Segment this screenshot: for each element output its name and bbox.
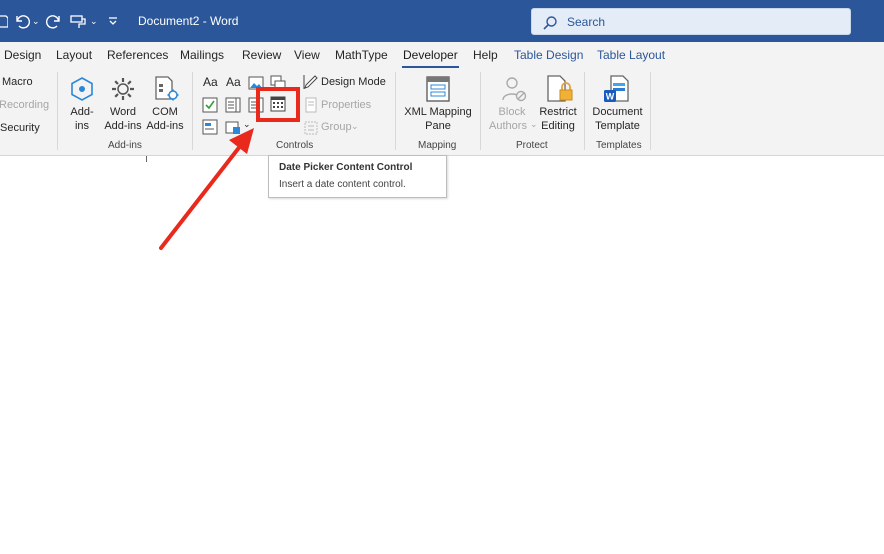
group-dropdown-icon: ⌄ <box>351 121 359 131</box>
protect-group-label: Protect <box>516 140 548 151</box>
document-canvas[interactable] <box>0 157 884 554</box>
macro-security-label[interactable]: Security <box>0 122 40 134</box>
templates-group-label: Templates <box>596 140 642 151</box>
group-divider <box>192 72 193 150</box>
block-authors-label-1: Block <box>498 106 526 118</box>
properties-icon <box>305 97 317 113</box>
restrict-editing-label-2: Editing <box>541 120 575 132</box>
controls-group-label: Controls <box>276 140 314 151</box>
format-painter-icon[interactable] <box>70 10 88 32</box>
group-divider <box>480 72 481 150</box>
addins-icon <box>71 77 93 101</box>
paint-dropdown-icon[interactable]: ⌄ <box>90 10 98 32</box>
block-authors-label-2: Authors <box>489 120 527 132</box>
highlight-box <box>256 87 300 122</box>
customize-qat-icon[interactable] <box>108 10 118 32</box>
legacy-tools-icon[interactable] <box>202 119 218 135</box>
tab-layout[interactable]: Layout <box>56 48 92 62</box>
document-title: Document2 - Word <box>138 14 239 28</box>
xml-mapping-icon <box>426 76 450 102</box>
design-mode-button[interactable]: Design Mode <box>321 76 386 88</box>
gear-icon <box>112 78 134 100</box>
word-addins-label-1: Word <box>109 106 137 118</box>
tab-review[interactable]: Review <box>242 48 281 62</box>
document-template-label-1: Document <box>592 106 643 118</box>
group-divider <box>395 72 396 150</box>
addins-label-2: ins <box>74 120 90 132</box>
tab-view[interactable]: View <box>294 48 320 62</box>
svg-text:W: W <box>606 92 615 102</box>
xml-mapping-label-2: Pane <box>425 120 451 132</box>
ribbon: Macro Recording Security Add- ins Word A… <box>0 68 884 156</box>
tab-mailings[interactable]: Mailings <box>180 48 224 62</box>
document-template-label-2: Template <box>595 120 640 132</box>
group-divider <box>650 72 651 150</box>
repeating-section-control-icon[interactable] <box>225 119 241 135</box>
ribbon-tabs: Design Layout References Mailings Review… <box>0 42 884 68</box>
xml-mapping-label-1: XML Mapping <box>404 106 472 118</box>
tab-design[interactable]: Design <box>4 48 41 62</box>
macro-security-button[interactable]: Macro <box>2 76 33 88</box>
pause-recording-button: Recording <box>0 99 50 111</box>
save-icon[interactable] <box>0 10 8 32</box>
title-bar: ⌄ ⌄ Document2 - Word Search <box>0 0 884 42</box>
lock-document-icon <box>547 75 573 102</box>
undo-dropdown-icon[interactable]: ⌄ <box>32 10 40 32</box>
addins-label-1: Add- <box>70 106 94 118</box>
tooltip-title: Date Picker Content Control <box>279 162 413 173</box>
search-placeholder: Search <box>567 15 606 29</box>
com-addins-label-2: Add-ins <box>146 120 184 132</box>
com-addins-icon <box>155 76 179 101</box>
properties-button: Properties <box>321 99 372 111</box>
group-icon <box>304 121 318 135</box>
search-icon <box>543 16 557 30</box>
plain-text-control-button[interactable]: Aa <box>226 75 241 89</box>
restrict-editing-label-1: Restrict <box>539 106 577 118</box>
group-divider <box>584 72 585 150</box>
design-mode-icon[interactable] <box>303 74 319 90</box>
tab-table-design[interactable]: Table Design <box>514 48 583 62</box>
mapping-group-label: Mapping <box>418 140 457 151</box>
tab-help[interactable]: Help <box>473 48 498 62</box>
combo-box-control-icon[interactable] <box>225 97 241 113</box>
undo-icon[interactable] <box>14 10 30 32</box>
tab-references[interactable]: References <box>107 48 168 62</box>
tab-developer[interactable]: Developer <box>402 48 459 68</box>
group-divider <box>57 72 58 150</box>
rich-text-control-button[interactable]: Aa <box>203 75 218 89</box>
com-addins-label-1: COM <box>152 106 178 118</box>
word-document-template-icon: W <box>604 75 629 102</box>
tab-table-layout[interactable]: Table Layout <box>597 48 665 62</box>
checkbox-control-icon[interactable] <box>202 97 218 113</box>
tab-mathtype[interactable]: MathType <box>335 48 388 62</box>
tooltip-description: Insert a date content control. <box>279 179 406 190</box>
search-box[interactable]: Search <box>531 8 851 35</box>
redo-icon[interactable] <box>46 10 62 32</box>
addins-group-label: Add-ins <box>108 140 142 151</box>
ruler-tick <box>146 156 147 162</box>
group-button: Group <box>321 121 352 133</box>
legacy-tools-dropdown-icon[interactable]: ⌄ <box>243 119 251 130</box>
word-addins-label-2: Add-ins <box>104 120 142 132</box>
block-authors-icon <box>502 77 527 102</box>
date-picker-tooltip: Date Picker Content Control Insert a dat… <box>268 155 447 198</box>
